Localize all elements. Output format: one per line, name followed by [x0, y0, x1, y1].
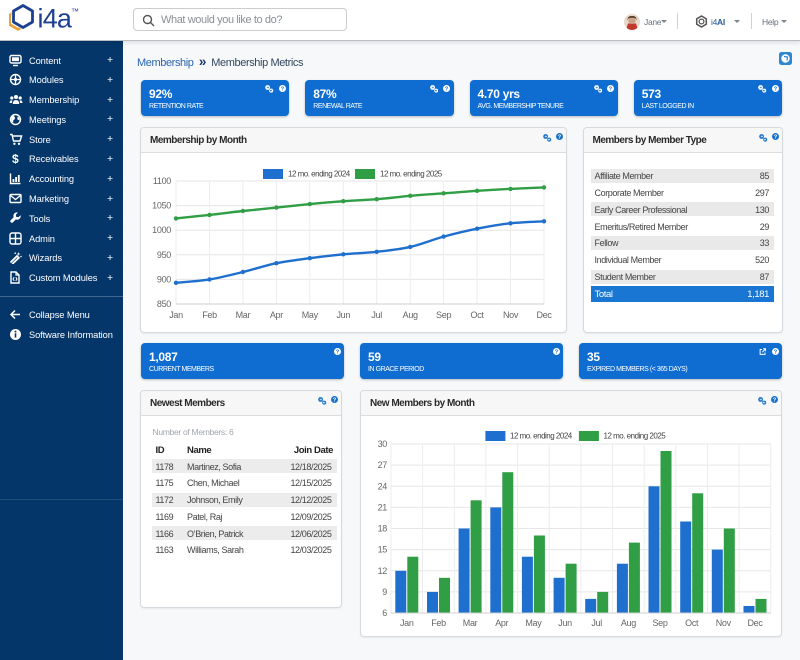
svg-text:850: 850	[157, 299, 171, 309]
svg-text:1000: 1000	[152, 225, 171, 235]
svg-text:15: 15	[378, 545, 388, 555]
svg-text:900: 900	[157, 274, 171, 284]
svg-text:Jul: Jul	[591, 618, 602, 628]
svg-text:Dec: Dec	[747, 618, 763, 628]
svg-text:1050: 1050	[152, 201, 171, 211]
svg-text:Oct: Oct	[685, 618, 699, 628]
svg-text:Jan: Jan	[400, 618, 414, 628]
svg-text:i4a: i4a	[38, 4, 73, 34]
svg-text:Jan: Jan	[169, 310, 183, 320]
svg-text:18: 18	[378, 524, 388, 534]
svg-text:27: 27	[378, 460, 388, 470]
svg-text:950: 950	[157, 250, 171, 260]
svg-text:Feb: Feb	[202, 310, 217, 320]
svg-text:30: 30	[378, 439, 388, 449]
svg-text:?: ?	[445, 86, 449, 92]
svg-text:12 mo. ending 2025: 12 mo. ending 2025	[380, 170, 443, 179]
svg-text:Aug: Aug	[621, 618, 636, 628]
svg-text:?: ?	[609, 86, 613, 92]
svg-text:12 mo. ending 2024: 12 mo. ending 2024	[288, 170, 351, 179]
svg-text:Apr: Apr	[495, 618, 508, 628]
svg-text:Mar: Mar	[236, 310, 251, 320]
svg-text:?: ?	[773, 349, 777, 355]
svg-text:9: 9	[382, 587, 387, 597]
svg-text:Mar: Mar	[463, 618, 478, 628]
svg-text:12 mo. ending 2024: 12 mo. ending 2024	[510, 432, 573, 441]
svg-text:6: 6	[382, 608, 387, 618]
svg-text:Feb: Feb	[431, 618, 446, 628]
svg-text:Aug: Aug	[403, 310, 418, 320]
svg-text:May: May	[302, 310, 319, 320]
svg-text:?: ?	[774, 134, 778, 140]
svg-text:Jun: Jun	[336, 310, 350, 320]
svg-text:Dec: Dec	[536, 310, 552, 320]
svg-text:Jul: Jul	[371, 310, 382, 320]
svg-text:21: 21	[378, 502, 388, 512]
svg-text:Oct: Oct	[471, 310, 485, 320]
svg-text:May: May	[525, 618, 542, 628]
svg-text:Sep: Sep	[436, 310, 451, 320]
svg-text:1100: 1100	[153, 176, 171, 186]
svg-text:?: ?	[558, 134, 562, 140]
svg-text:™: ™	[71, 7, 79, 16]
svg-text:?: ?	[281, 86, 285, 92]
svg-text:Nov: Nov	[716, 618, 732, 628]
svg-text:Jun: Jun	[558, 618, 572, 628]
svg-text:Apr: Apr	[270, 310, 283, 320]
svg-text:?: ?	[333, 397, 337, 403]
svg-text:24: 24	[378, 481, 388, 491]
svg-text:?: ?	[773, 397, 777, 403]
svg-text:Nov: Nov	[503, 310, 519, 320]
svg-text:?: ?	[554, 349, 558, 355]
svg-text:12 mo. ending 2025: 12 mo. ending 2025	[604, 432, 667, 441]
svg-text:$: $	[12, 152, 19, 165]
svg-text:?: ?	[773, 86, 777, 92]
svg-text:Sep: Sep	[652, 618, 667, 628]
svg-text:?: ?	[335, 349, 339, 355]
svg-text:12: 12	[378, 566, 388, 576]
